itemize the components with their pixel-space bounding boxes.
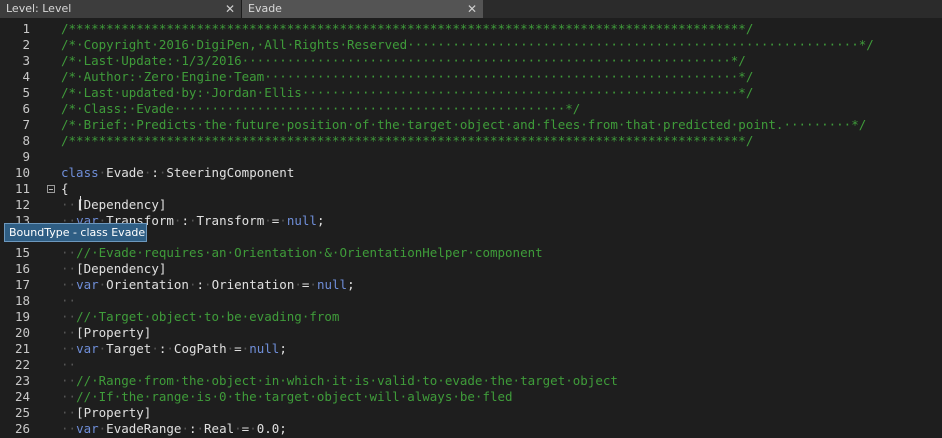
- text-cursor: [80, 196, 81, 210]
- line-number: 3: [22, 53, 30, 68]
- code-text: ··var·Target·:·CogPath·=·null;: [61, 341, 287, 356]
- code-text: /*·Class:·Evade·························…: [61, 101, 581, 116]
- line-number: 19: [14, 309, 30, 324]
- tab-label: Evade: [248, 2, 282, 15]
- code-text: ··//·Evade·requires·an·Orientation·&·Ori…: [61, 245, 543, 260]
- code-line[interactable]: 19 ··//·Target·object·to·be·evading·from: [0, 309, 942, 325]
- code-text: ··[Property]: [61, 405, 152, 420]
- code-line[interactable]: 20 ··[Property]: [0, 325, 942, 341]
- code-line[interactable]: 26 ··var·EvadeRange·:·Real·=·0.0;: [0, 421, 942, 437]
- code-text: ··//·Range·from·the·object·in·which·it·i…: [61, 373, 618, 388]
- code-text: ··: [61, 357, 77, 372]
- code-line[interactable]: 23 ··//·Range·from·the·object·in·which·it…: [0, 373, 942, 389]
- line-number: 21: [14, 341, 30, 356]
- line-number: 7: [22, 117, 30, 132]
- code-line[interactable]: 11 {: [0, 181, 942, 197]
- code-line[interactable]: 22 ··: [0, 357, 942, 373]
- line-number: 2: [22, 37, 30, 52]
- code-line[interactable]: 7 /*·Brief:·Predicts·the·future·position·…: [0, 117, 942, 133]
- tooltip: BoundType - class Evade: [4, 223, 147, 242]
- line-number: 1: [22, 21, 30, 36]
- code-text: ··[Dependency]: [61, 197, 167, 212]
- code-text: /*·Brief:·Predicts·the·future·position·o…: [61, 117, 867, 132]
- code-line[interactable]: 24 ··//·If·the·range·is·0·the·target·obje…: [0, 389, 942, 405]
- code-line[interactable]: 6 /*·Class:·Evade························…: [0, 101, 942, 117]
- code-text: ··var·EvadeRange·:·Real·=·0.0;: [61, 421, 287, 436]
- line-number: 6: [22, 101, 30, 116]
- line-number: 15: [14, 245, 30, 260]
- code-line[interactable]: 17 ··var·Orientation·:·Orientation·=·null…: [0, 277, 942, 293]
- line-number: 10: [14, 165, 30, 180]
- code-line[interactable]: 4 /*·Author:·Zero·Engine·Team············…: [0, 69, 942, 85]
- code-text: ··[Dependency]: [61, 261, 167, 276]
- code-text: ··//·If·the·range·is·0·the·target·object…: [61, 389, 513, 404]
- line-number: 5: [22, 85, 30, 100]
- line-number: 23: [14, 373, 30, 388]
- line-number: 9: [22, 149, 30, 164]
- line-number: 22: [14, 357, 30, 372]
- line-number: 11: [14, 181, 30, 196]
- code-line[interactable]: 1 /**************************************…: [0, 21, 942, 37]
- code-text: /*·Copyright·2016·DigiPen,·All·Rights·Re…: [61, 37, 874, 52]
- code-line[interactable]: 25 ··[Property]: [0, 405, 942, 421]
- code-line[interactable]: 10 class·Evade·:·SteeringComponent: [0, 165, 942, 181]
- line-number: 16: [14, 261, 30, 276]
- code-line[interactable]: 5 /*·Last·updated·by:·Jordan·Ellis·······…: [0, 85, 942, 101]
- code-text: ··[Property]: [61, 325, 152, 340]
- code-line[interactable]: 8 /**************************************…: [0, 133, 942, 149]
- tab-level[interactable]: Level: Level ✕: [0, 0, 242, 18]
- line-number: 4: [22, 69, 30, 84]
- code-text: /*·Author:·Zero·Engine·Team·············…: [61, 69, 754, 84]
- code-line[interactable]: 3 /*·Last·Update:·1/3/2016···············…: [0, 53, 942, 69]
- code-line[interactable]: 9: [0, 149, 942, 165]
- editor-tab-bar: Level: Level ✕ Evade ✕: [0, 0, 942, 18]
- code-text: class·Evade·:·SteeringComponent: [61, 165, 295, 180]
- line-number: 18: [14, 293, 30, 308]
- line-number: 17: [14, 277, 30, 292]
- code-text: /***************************************…: [61, 133, 754, 148]
- code-text: /*·Last·Update:·1/3/2016················…: [61, 53, 746, 68]
- fold-toggle-icon[interactable]: [47, 185, 55, 193]
- code-line[interactable]: 16 ··[Dependency]: [0, 261, 942, 277]
- code-line[interactable]: 2 /*·Copyright·2016·DigiPen,·All·Rights·R…: [0, 37, 942, 53]
- code-text: ··//·Target·object·to·be·evading·from: [61, 309, 340, 324]
- code-text: /*·Last·updated·by:·Jordan·Ellis········…: [61, 85, 754, 100]
- line-number: 25: [14, 405, 30, 420]
- line-number: 24: [14, 389, 30, 404]
- code-line[interactable]: 12 ··[Dependency]: [0, 197, 942, 213]
- code-line[interactable]: 18 ··: [0, 293, 942, 309]
- tab-label: Level: Level: [6, 2, 72, 15]
- code-text: ··var·Orientation·:·Orientation·=·null;: [61, 277, 355, 292]
- code-text: /***************************************…: [61, 21, 754, 36]
- tab-evade[interactable]: Evade ✕: [242, 0, 483, 18]
- line-number: 26: [14, 421, 30, 436]
- close-icon[interactable]: ✕: [225, 0, 235, 18]
- code-text: ··: [61, 293, 77, 308]
- line-number: 8: [22, 133, 30, 148]
- code-text: {: [61, 181, 69, 196]
- line-number: 20: [14, 325, 30, 340]
- code-line[interactable]: 15 ··//·Evade·requires·an·Orientation·&·O…: [0, 245, 942, 261]
- code-line[interactable]: 21 ··var·Target·:·CogPath·=·null;: [0, 341, 942, 357]
- close-icon[interactable]: ✕: [467, 0, 477, 18]
- line-number: 12: [14, 197, 30, 212]
